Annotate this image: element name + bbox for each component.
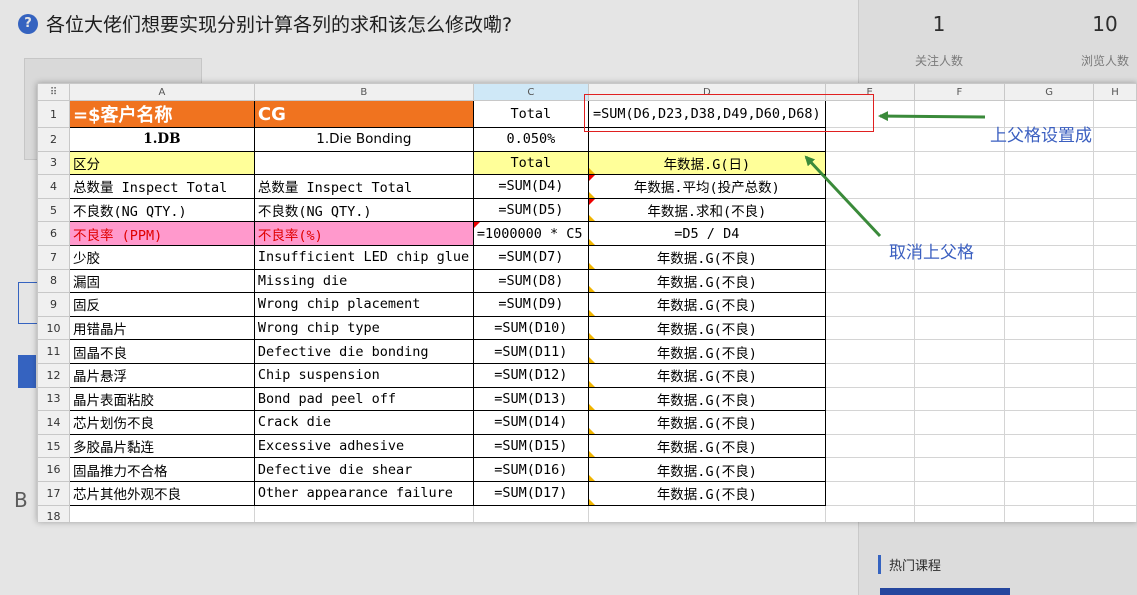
annotation-arrows <box>804 111 986 238</box>
arrow-to-formula <box>878 111 986 122</box>
annotation-cancel-parent: 取消上父格 <box>889 243 974 263</box>
arrow-to-year-data <box>804 155 882 238</box>
annotation-set-parent: 上父格设置成 <box>990 126 1092 146</box>
